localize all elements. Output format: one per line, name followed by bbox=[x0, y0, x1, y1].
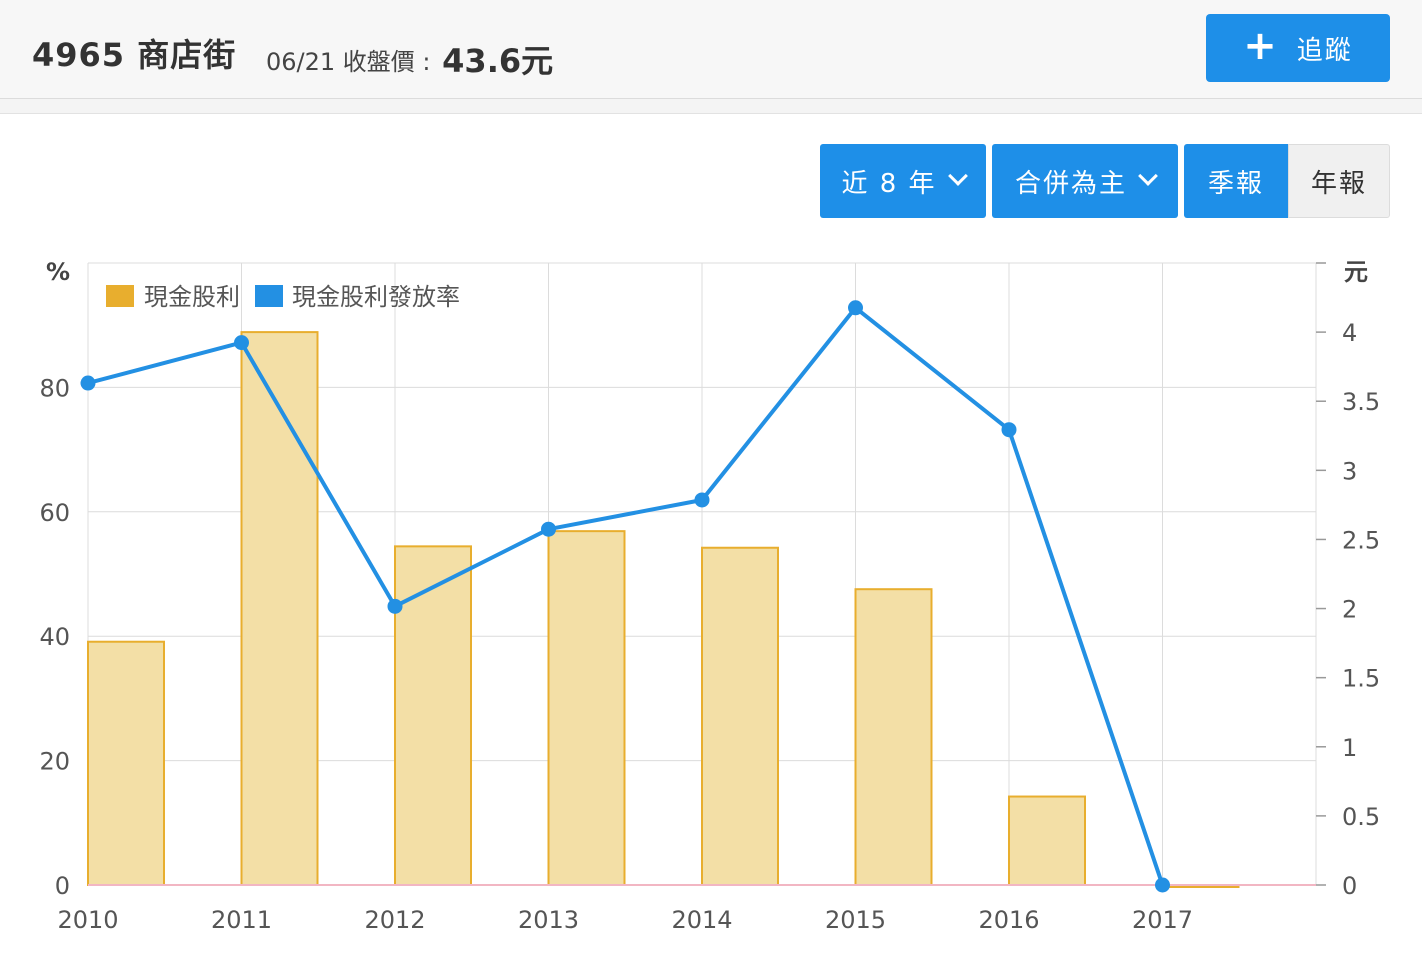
track-button-label: 追蹤 bbox=[1296, 35, 1353, 66]
y-right-tick: 3 bbox=[1342, 457, 1357, 485]
price-value: 43.6元 bbox=[442, 42, 554, 80]
basis-dropdown[interactable]: 合併為主 bbox=[992, 144, 1178, 218]
chart-axes: 0 20 40 60 80% 0 0.5 1 1.5 2 2.5 3 3.5 4 元 2010 2011 2012… bbox=[39, 258, 1380, 934]
tab-annual-label: 年報 bbox=[1310, 168, 1367, 199]
x-tick: 2013 bbox=[518, 906, 579, 934]
point-2013 bbox=[541, 521, 556, 537]
bar-series bbox=[87, 331, 1240, 888]
header-divider bbox=[0, 99, 1422, 114]
y-right-tick: 0 bbox=[1342, 872, 1357, 900]
y-left-tick: 0 bbox=[55, 872, 70, 900]
y-left-tick: 40 bbox=[39, 623, 70, 651]
x-tick: 2012 bbox=[364, 906, 425, 934]
price-info: 06/21 收盤價 : 43.6元 bbox=[266, 34, 553, 80]
bar-2016 bbox=[1008, 795, 1086, 886]
price-label: 06/21 收盤價 : bbox=[266, 48, 431, 76]
x-tick: 2016 bbox=[978, 906, 1039, 934]
bar-2017 bbox=[1161, 884, 1240, 888]
range-dropdown[interactable]: 近 8 年 bbox=[820, 144, 986, 218]
stock-title: 4965 商店街 bbox=[32, 36, 237, 74]
legend-swatch-line bbox=[255, 285, 283, 307]
legend-label-line: 現金股利發放率 bbox=[292, 283, 460, 311]
y-right-tick: 1 bbox=[1342, 734, 1357, 762]
tab-quarterly-label: 季報 bbox=[1207, 168, 1264, 199]
x-tick: 2015 bbox=[825, 906, 886, 934]
point-2010 bbox=[80, 375, 96, 391]
point-2017 bbox=[1155, 877, 1170, 893]
bar-2013 bbox=[547, 530, 626, 886]
x-tick: 2010 bbox=[57, 906, 118, 934]
bar-2011 bbox=[240, 331, 319, 887]
x-tick: 2017 bbox=[1132, 906, 1193, 934]
y-left-unit: % bbox=[46, 258, 70, 286]
range-dropdown-label: 近 8 年 bbox=[841, 168, 937, 199]
track-button[interactable]: + 追蹤 bbox=[1206, 14, 1390, 82]
bar-2010 bbox=[87, 640, 165, 886]
chart-grid bbox=[87, 262, 1317, 886]
point-2016 bbox=[1001, 422, 1017, 438]
y-right-tick: 3.5 bbox=[1342, 388, 1380, 416]
y-right-tick: 2.5 bbox=[1342, 526, 1380, 554]
chevron-down-icon bbox=[1138, 166, 1158, 186]
x-tick: 2014 bbox=[671, 906, 732, 934]
bar-2012 bbox=[394, 545, 472, 886]
chevron-down-icon bbox=[947, 166, 968, 186]
y-right-tick: 0.5 bbox=[1342, 803, 1380, 831]
point-2015 bbox=[848, 300, 863, 316]
top-bar: 4965 商店街 06/21 收盤價 : 43.6元 + 追蹤 bbox=[0, 0, 1422, 99]
y-right-tick: 1.5 bbox=[1342, 665, 1380, 693]
y-right-unit: 元 bbox=[1344, 258, 1368, 286]
y-left-tick: 60 bbox=[39, 499, 70, 527]
bar-2015 bbox=[854, 588, 933, 887]
y-right-tick: 4 bbox=[1342, 319, 1357, 347]
line-series bbox=[80, 300, 1170, 893]
plus-icon: + bbox=[1243, 23, 1277, 69]
y-left-tick: 80 bbox=[39, 374, 70, 402]
point-2011 bbox=[234, 335, 249, 351]
point-2012 bbox=[387, 598, 403, 614]
basis-dropdown-label: 合併為主 bbox=[1014, 168, 1127, 199]
chart-legend: 現金股利 現金股利發放率 bbox=[106, 283, 460, 311]
tab-annual[interactable]: 年報 bbox=[1288, 144, 1390, 218]
legend-label-bar: 現金股利 bbox=[144, 283, 240, 311]
y-left-tick: 20 bbox=[39, 748, 70, 776]
bar-2014 bbox=[701, 546, 779, 886]
legend-swatch-bar bbox=[106, 285, 134, 307]
payout-ratio-line bbox=[87, 305, 1165, 886]
x-tick: 2011 bbox=[211, 906, 272, 934]
y-right-tick: 2 bbox=[1342, 596, 1357, 624]
point-2014 bbox=[694, 492, 710, 508]
tab-quarterly[interactable]: 季報 bbox=[1184, 144, 1288, 218]
